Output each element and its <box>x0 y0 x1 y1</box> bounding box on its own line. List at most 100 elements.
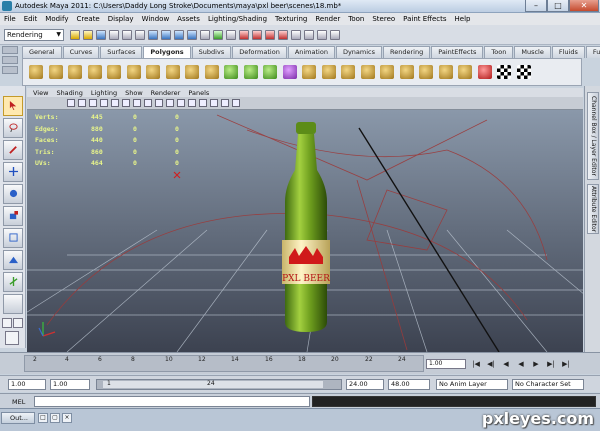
play-forwards-button[interactable]: ▶ <box>530 359 542 369</box>
menu-edit[interactable]: Edit <box>24 15 38 23</box>
anim-layer-dropdown[interactable]: No Anim Layer <box>436 379 508 390</box>
shelf-tab-polygons[interactable]: Polygons <box>143 46 191 58</box>
menu-render[interactable]: Render <box>315 15 340 23</box>
poly-combine-icon[interactable] <box>224 65 238 79</box>
input-ops-icon[interactable] <box>213 29 223 40</box>
poly-append-icon[interactable] <box>341 65 355 79</box>
playback-start-field[interactable]: 1.00 <box>50 379 90 390</box>
poly-merge-icon[interactable] <box>458 65 472 79</box>
menu-help[interactable]: Help <box>455 15 471 23</box>
maximize-button[interactable]: □ <box>547 0 569 12</box>
last-tool-used[interactable] <box>3 294 23 314</box>
image-plane-icon[interactable] <box>89 99 97 107</box>
shelf-tab-rendering[interactable]: Rendering <box>383 46 431 58</box>
outliner-layout-icon[interactable] <box>5 331 19 345</box>
menu-set-dropdown[interactable]: Rendering ▼ <box>4 28 64 41</box>
poly-helix-icon[interactable] <box>204 65 219 79</box>
outliner-task-button[interactable]: Out... <box>1 412 35 424</box>
paint-select-tool[interactable] <box>3 140 23 160</box>
perspective-viewport[interactable]: PXL BEER Verts: 445 0 0 Edges: 880 0 0 F… <box>27 110 583 352</box>
ipr-render-icon[interactable] <box>265 29 275 40</box>
render-settings-icon[interactable] <box>278 29 288 40</box>
shelf-tab-muscle[interactable]: Muscle <box>514 46 551 58</box>
shelf-tab-fluids[interactable]: Fluids <box>551 46 585 58</box>
shelf-tab-curves[interactable]: Curves <box>62 46 100 58</box>
menu-assets[interactable]: Assets <box>177 15 200 23</box>
render-current-icon[interactable] <box>252 29 262 40</box>
menu-window[interactable]: Window <box>142 15 170 23</box>
poly-sphere-icon[interactable] <box>29 65 43 79</box>
shelf-tab-deformation[interactable]: Deformation <box>232 46 287 58</box>
construction-history-icon[interactable] <box>226 29 236 40</box>
menu-toon[interactable]: Toon <box>348 15 364 23</box>
shelf-tab-toggle-button[interactable] <box>2 56 18 64</box>
resolution-gate-icon[interactable] <box>122 99 130 107</box>
safe-action-icon[interactable] <box>155 99 163 107</box>
poly-mirror-icon[interactable] <box>263 65 277 79</box>
universal-manipulator-tool[interactable] <box>3 228 23 248</box>
use-all-lights-icon[interactable] <box>199 99 207 107</box>
poly-separate-icon[interactable] <box>243 65 258 79</box>
poly-insert-edge-loop-icon[interactable] <box>399 65 414 79</box>
menu-texturing[interactable]: Texturing <box>275 15 307 23</box>
snap-plane-icon[interactable] <box>187 29 197 40</box>
select-object-icon[interactable] <box>122 29 132 40</box>
shelf-tab-general[interactable]: General <box>22 46 62 58</box>
poly-torus-icon[interactable] <box>126 65 141 79</box>
snap-grid-icon[interactable] <box>148 29 158 40</box>
close-icon[interactable]: × <box>62 413 72 423</box>
current-frame-field[interactable]: 1.00 <box>426 359 466 369</box>
poly-split-icon[interactable] <box>380 65 394 79</box>
shelf-tab-toon[interactable]: Toon <box>484 46 514 58</box>
tool-settings-toggle-icon[interactable] <box>330 29 340 40</box>
menu-lighting-shading[interactable]: Lighting/Shading <box>208 15 267 23</box>
command-language-label[interactable]: MEL <box>12 398 25 406</box>
range-bar-handle[interactable]: 1 24 <box>103 380 323 388</box>
poly-bridge-icon[interactable] <box>321 65 336 79</box>
panel-menu-panels[interactable]: Panels <box>188 89 209 97</box>
select-hierarchy-icon[interactable] <box>109 29 119 40</box>
time-slider-track[interactable]: 2 4 6 8 10 12 14 16 18 20 22 24 <box>24 355 424 372</box>
move-tool[interactable] <box>3 162 23 182</box>
poly-cube-icon[interactable] <box>48 65 63 79</box>
rotate-tool[interactable] <box>3 184 23 204</box>
isolate-select-icon[interactable] <box>232 99 240 107</box>
panel-menu-view[interactable]: View <box>33 89 48 97</box>
textured-icon[interactable] <box>188 99 196 107</box>
shelf-tab-dynamics[interactable]: Dynamics <box>335 46 383 58</box>
play-backwards-button[interactable]: ◀ <box>515 359 527 369</box>
channel-box-toggle-icon[interactable] <box>304 29 314 40</box>
channel-box-tab[interactable]: Channel Box / Layer Editor <box>587 92 599 180</box>
xray-icon[interactable] <box>221 99 229 107</box>
animation-end-field[interactable]: 48.00 <box>388 379 430 390</box>
poly-plane-icon[interactable] <box>107 65 121 79</box>
range-bar[interactable]: 1 24 <box>96 379 342 390</box>
attribute-editor-tab[interactable]: Attribute Editor <box>587 184 599 234</box>
panel-menu-renderer[interactable]: Renderer <box>151 89 181 97</box>
hypershade-icon[interactable] <box>291 29 301 40</box>
poly-bevel-icon[interactable] <box>438 65 453 79</box>
snap-curve-icon[interactable] <box>161 29 171 40</box>
shelf-menu-button[interactable] <box>2 46 18 54</box>
menu-modify[interactable]: Modify <box>45 15 68 23</box>
uv-checker-icon[interactable] <box>497 65 511 79</box>
panel-menu-shading[interactable]: Shading <box>56 89 82 97</box>
panel-menu-lighting[interactable]: Lighting <box>91 89 117 97</box>
shadows-icon[interactable] <box>210 99 218 107</box>
minimize-button[interactable]: – <box>525 0 547 12</box>
shelf-tab-surfaces[interactable]: Surfaces <box>100 46 143 58</box>
single-view-layout-icon[interactable] <box>2 318 12 328</box>
lasso-tool[interactable] <box>3 118 23 138</box>
poly-pyramid-icon[interactable] <box>165 65 180 79</box>
scale-tool[interactable] <box>3 206 23 226</box>
show-manipulator-tool[interactable] <box>3 272 23 292</box>
attribute-editor-toggle-icon[interactable] <box>317 29 327 40</box>
menu-create[interactable]: Create <box>76 15 99 23</box>
step-back-key-button[interactable]: ◀| <box>485 359 497 369</box>
snap-point-icon[interactable] <box>174 29 184 40</box>
poly-smooth-icon[interactable] <box>282 65 297 79</box>
field-chart-icon[interactable] <box>144 99 152 107</box>
poly-normals-icon[interactable] <box>477 65 492 79</box>
command-input[interactable] <box>34 396 310 407</box>
grid-toggle-icon[interactable] <box>100 99 108 107</box>
